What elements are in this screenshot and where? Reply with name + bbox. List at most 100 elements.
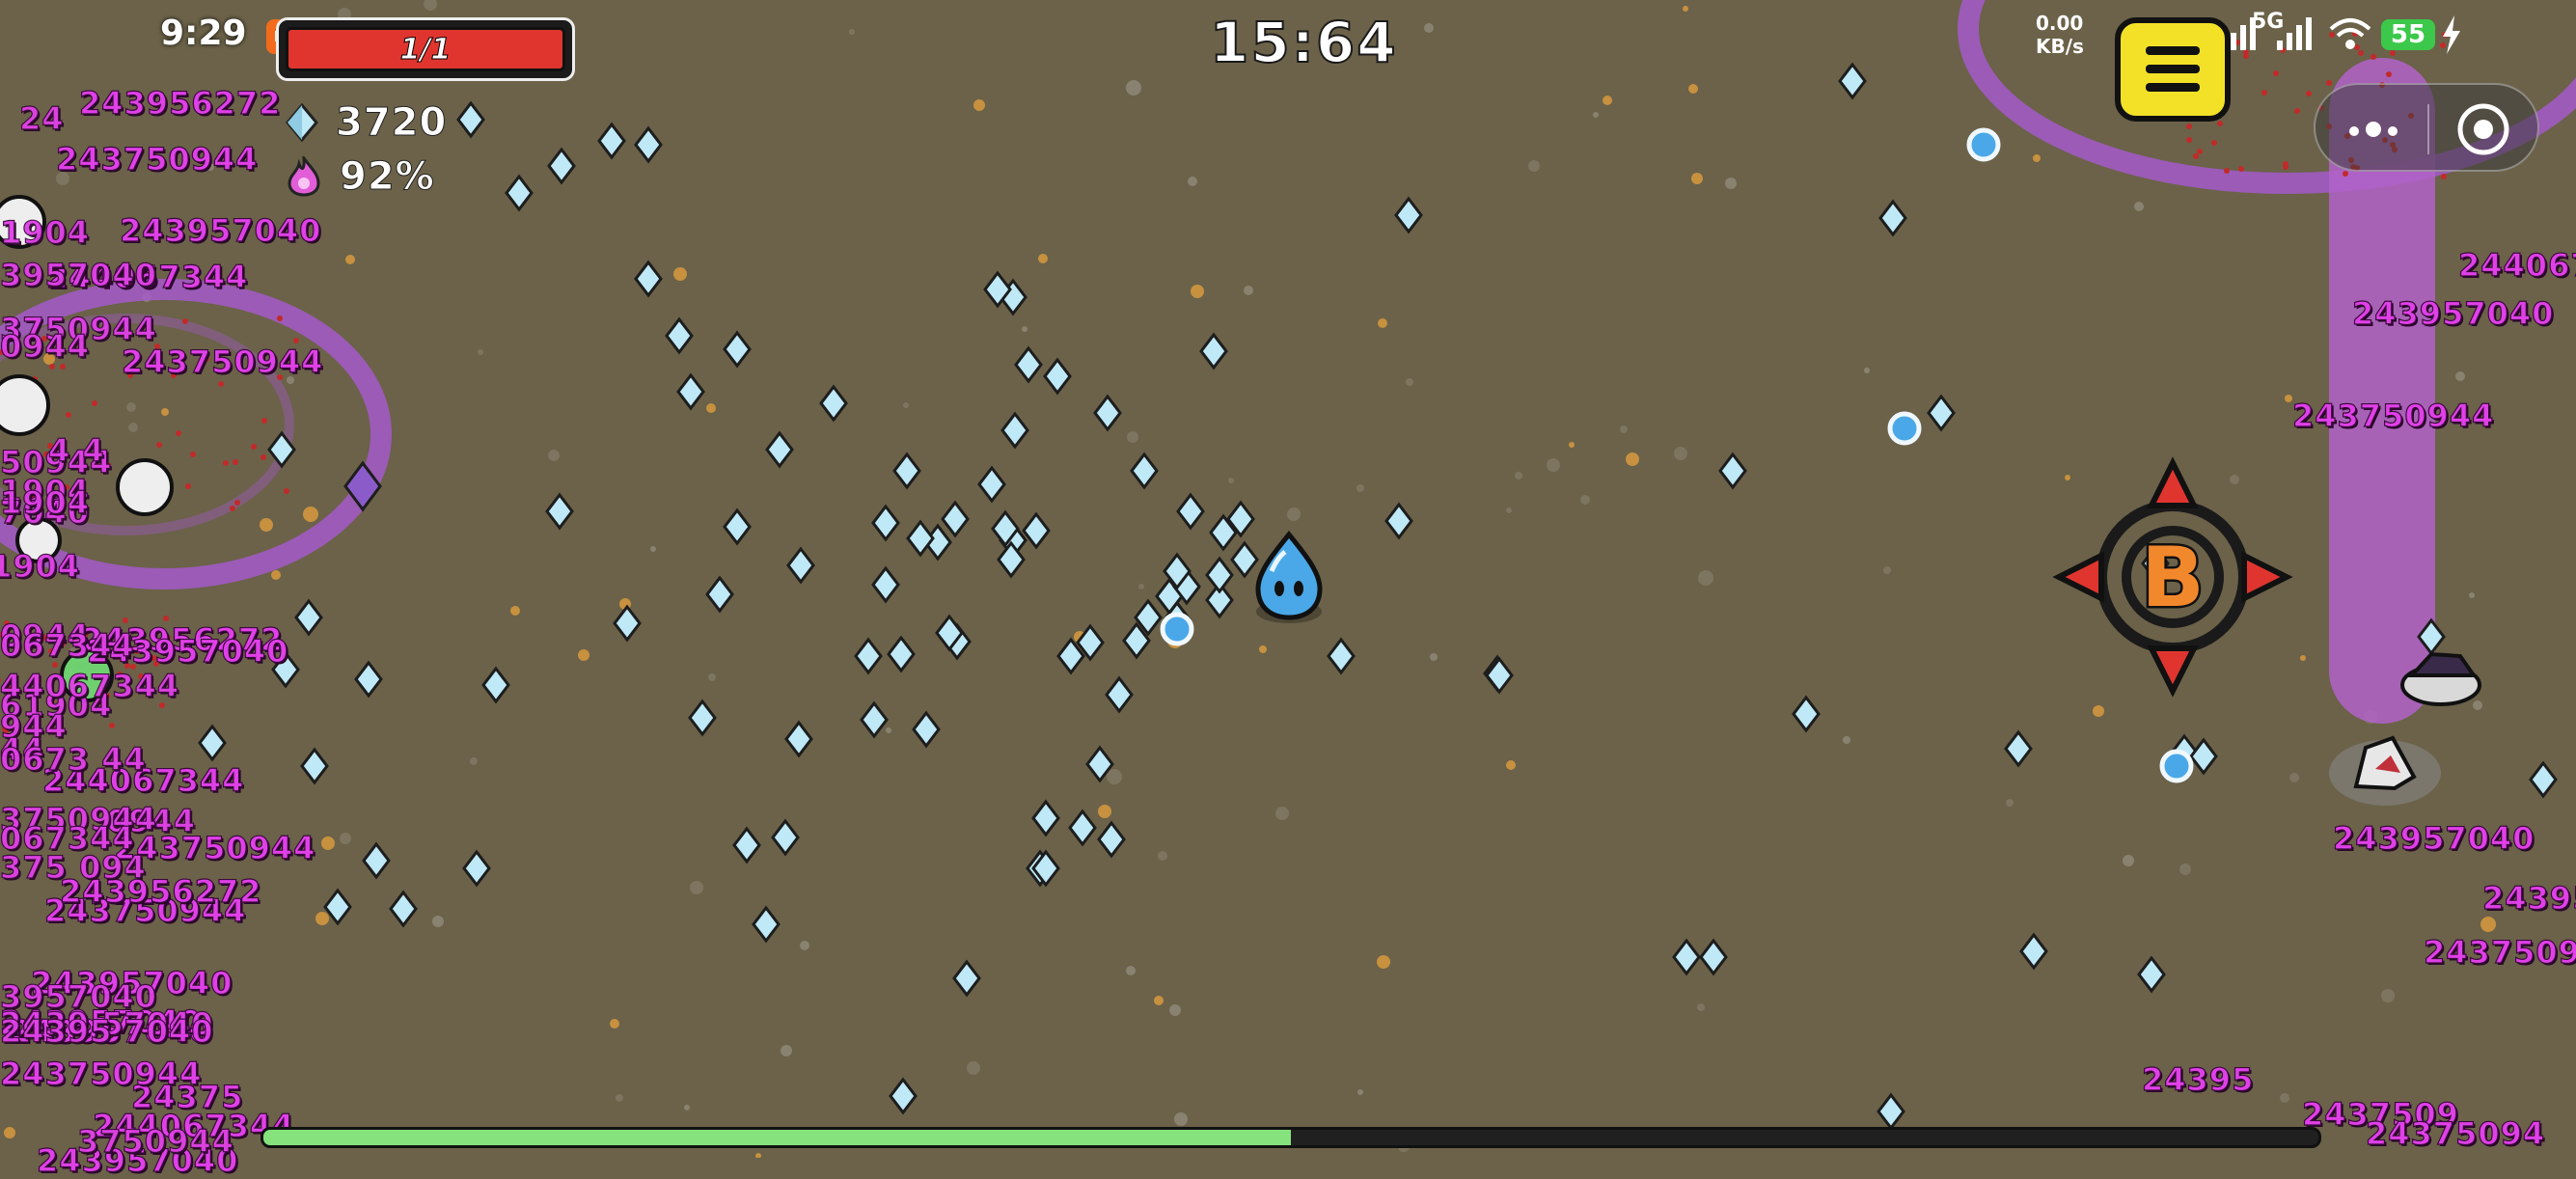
debris-pebble bbox=[1357, 484, 1364, 492]
blood-drop bbox=[2343, 171, 2348, 177]
xp-gem bbox=[1878, 199, 1907, 237]
xp-gem bbox=[786, 546, 815, 585]
debris-pebble bbox=[260, 518, 273, 532]
blood-drop bbox=[234, 500, 240, 506]
health-text: 1/1 bbox=[399, 33, 452, 68]
xp-gem bbox=[771, 818, 800, 857]
game-timer: 15:64 bbox=[1209, 9, 1398, 76]
debris-pebble bbox=[610, 1019, 619, 1028]
xp-gem bbox=[1927, 394, 1956, 432]
xp-gem bbox=[2019, 932, 2048, 971]
debris-pebble bbox=[470, 757, 478, 765]
debris-pebble bbox=[2473, 700, 2482, 710]
debris-pebble bbox=[1174, 1112, 1188, 1126]
network-speed: 0.00 KB/s bbox=[2036, 12, 2084, 58]
damage-number: 244067344 bbox=[2457, 246, 2576, 284]
xp-gem bbox=[941, 500, 970, 538]
xp-gem bbox=[860, 700, 889, 739]
damage-number: 243956272 bbox=[2481, 879, 2576, 917]
skill-label: B bbox=[2141, 530, 2205, 626]
blood-drop bbox=[218, 381, 224, 387]
damage-number-fragment: 3750944 bbox=[76, 1122, 234, 1160]
debris-pebble bbox=[849, 29, 855, 35]
blood-drop bbox=[277, 315, 283, 321]
debris-pebble bbox=[1107, 769, 1122, 784]
debris-pebble bbox=[1259, 645, 1267, 653]
xp-gem bbox=[723, 507, 752, 546]
damage-number: 243957040 bbox=[2332, 819, 2535, 857]
debris-pebble bbox=[303, 507, 318, 522]
blood-drop bbox=[2186, 123, 2192, 129]
xp-gem bbox=[871, 565, 900, 604]
xp-gem bbox=[1068, 809, 1097, 847]
blood-drop bbox=[2441, 174, 2447, 179]
damage-number-fragment: 0673 44 bbox=[0, 740, 147, 778]
skill-target-button[interactable]: B bbox=[2052, 456, 2293, 698]
damage-number-fragment: 1904 bbox=[0, 547, 81, 585]
xp-gem bbox=[354, 660, 383, 699]
debris-pebble bbox=[1620, 425, 1628, 433]
debris-pebble bbox=[578, 649, 589, 661]
debris-pebble bbox=[2179, 864, 2191, 875]
damage-number-fragment: 24 bbox=[18, 99, 65, 137]
debris-pebble bbox=[690, 881, 703, 894]
damage-number-fragment: 44067344 bbox=[0, 667, 180, 704]
debris-pebble bbox=[1377, 955, 1390, 969]
debris-pebble bbox=[706, 403, 716, 413]
pause-menu-button[interactable] bbox=[2115, 17, 2231, 122]
xp-gem bbox=[723, 330, 752, 369]
xp-gem bbox=[1022, 511, 1051, 550]
xp-gem bbox=[1097, 820, 1126, 859]
debris-pebble bbox=[1580, 495, 1590, 505]
debris-pebble bbox=[161, 408, 169, 416]
blood-drop bbox=[233, 459, 238, 465]
menu-icon bbox=[2146, 46, 2200, 92]
debris-pebble bbox=[755, 1153, 761, 1158]
net-speed-unit: KB/s bbox=[2036, 35, 2084, 58]
blood-drop bbox=[92, 400, 97, 406]
xp-gem bbox=[1394, 196, 1423, 234]
experience-bar bbox=[260, 1127, 2321, 1148]
xp-gem bbox=[765, 430, 794, 469]
debris-pebble bbox=[1698, 570, 1713, 586]
blood-drop bbox=[156, 442, 162, 448]
debris-pebble bbox=[1843, 736, 1850, 744]
debris-pebble bbox=[1688, 84, 1698, 94]
more-options-icon[interactable] bbox=[2344, 112, 2402, 147]
xp-gem bbox=[597, 122, 626, 160]
debris-pebble bbox=[4, 1127, 15, 1138]
damage-number: 24375094 bbox=[2365, 1114, 2546, 1152]
blood-drop bbox=[230, 506, 235, 511]
debris-pebble bbox=[2033, 154, 2041, 162]
debris-pebble bbox=[2230, 475, 2239, 484]
debris-pebble bbox=[1515, 472, 1522, 480]
xp-gem bbox=[634, 260, 663, 298]
blood-drop bbox=[2224, 168, 2230, 174]
xp-gem bbox=[892, 452, 921, 490]
blood-drop bbox=[2370, 54, 2376, 60]
player-water-drop bbox=[1255, 531, 1323, 623]
blood-drop bbox=[260, 454, 266, 460]
xp-gem bbox=[2529, 760, 2558, 799]
blood-drop bbox=[2217, 121, 2223, 126]
xp-gem bbox=[1043, 357, 1072, 396]
debris-pebble bbox=[1154, 996, 1164, 1005]
debris-pebble bbox=[271, 570, 281, 580]
debris-pebble bbox=[2381, 989, 2395, 1002]
xp-gem bbox=[1877, 1092, 1905, 1131]
blood-drop bbox=[261, 418, 267, 424]
debris-pebble bbox=[1430, 653, 1438, 661]
debris-pebble bbox=[2300, 655, 2306, 661]
debris-pebble bbox=[1169, 1004, 1181, 1016]
debris-pebble bbox=[340, 833, 351, 844]
blood-drop bbox=[2294, 108, 2300, 114]
xp-gem bbox=[1093, 394, 1122, 432]
blood-drop bbox=[2390, 50, 2396, 56]
debris-pebble bbox=[1228, 478, 1234, 483]
debris-pebble bbox=[1038, 254, 1048, 263]
close-miniprogram-icon[interactable] bbox=[2454, 100, 2512, 158]
blood-drop bbox=[2261, 90, 2267, 96]
blood-drop bbox=[66, 412, 71, 418]
xp-gem bbox=[462, 849, 491, 888]
blood-drop bbox=[185, 483, 191, 489]
